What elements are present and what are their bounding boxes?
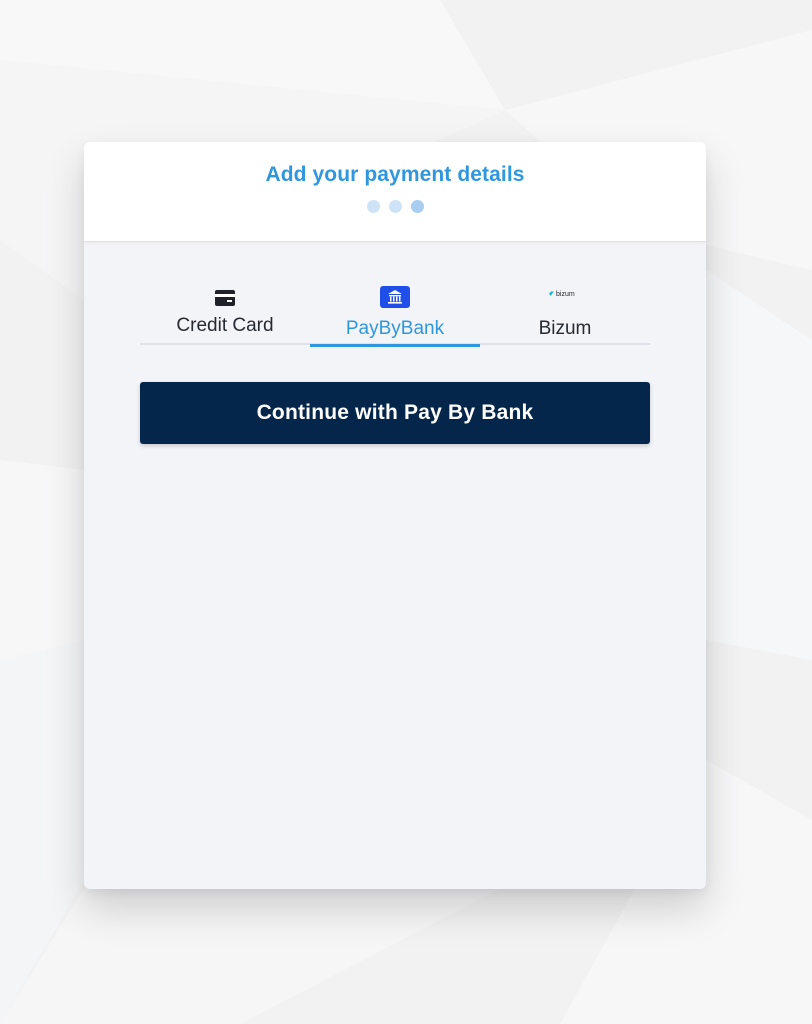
bank-icon [380, 286, 410, 308]
continue-with-pay-by-bank-button[interactable]: Continue with Pay By Bank [140, 382, 650, 444]
step-dot-2 [388, 200, 402, 213]
tab-paybybank[interactable]: PayByBank [310, 278, 480, 347]
page-title: Add your payment details [265, 163, 525, 186]
tab-paybybank-label: PayByBank [345, 318, 445, 339]
payment-card: Add your payment details Credit Card Pay… [84, 142, 706, 889]
tab-credit-card[interactable]: Credit Card [140, 278, 310, 345]
tab-bizum[interactable]: bizum Bizum [480, 278, 650, 345]
step-dot-3 [410, 200, 424, 213]
payment-method-tabs: Credit Card PayByBank bizum Bizum [140, 278, 650, 347]
bizum-logo-icon: bizum [549, 291, 575, 298]
step-indicator [84, 200, 706, 213]
card-header: Add your payment details [84, 142, 706, 242]
tab-credit-card-label: Credit Card [176, 315, 274, 336]
tab-bizum-label: Bizum [538, 318, 592, 339]
credit-card-icon [215, 290, 235, 306]
step-dot-1 [366, 200, 380, 213]
svg-text:bizum: bizum [556, 291, 575, 298]
